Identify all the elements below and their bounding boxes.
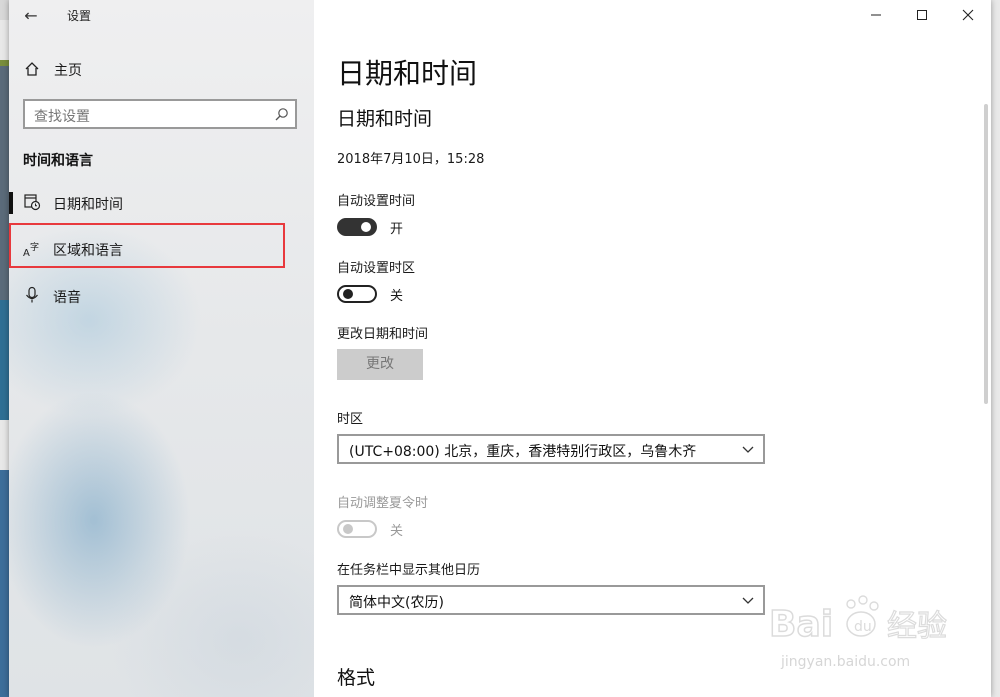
maximize-icon	[917, 10, 927, 20]
sidebar-item-speech[interactable]: 语音	[53, 287, 81, 307]
timezone-value: (UTC+08:00) 北京，重庆，香港特别行政区，乌鲁木齐	[349, 444, 697, 460]
timezone-label: 时区	[337, 412, 364, 427]
auto-timezone-state: 关	[390, 289, 404, 304]
calendar-label: 在任务栏中显示其他日历	[337, 563, 481, 578]
maximize-button[interactable]	[899, 0, 945, 30]
close-button[interactable]	[945, 0, 991, 30]
home-icon	[25, 62, 39, 76]
change-datetime-label: 更改日期和时间	[337, 327, 429, 342]
sidebar-item-datetime[interactable]: 日期和时间	[53, 194, 123, 214]
auto-time-state: 开	[390, 222, 404, 237]
microphone-icon	[26, 286, 38, 303]
sidebar: ← 设置 主页 查找设置 时间和语言 日期和时间 A 字 区域和语言 语音	[9, 0, 314, 697]
svg-text:经验: 经验	[887, 609, 947, 644]
scrollbar[interactable]	[984, 104, 988, 404]
watermark-url: jingyan.baidu.com	[781, 654, 911, 670]
highlight-box-annotation	[9, 223, 285, 268]
sidebar-section-title: 时间和语言	[23, 153, 93, 169]
minimize-button[interactable]	[853, 0, 899, 30]
dst-label: 自动调整夏令时	[337, 496, 429, 511]
svg-text:du: du	[854, 619, 872, 635]
section-title: 日期和时间	[337, 108, 433, 130]
window-title: 设置	[67, 9, 92, 23]
selection-indicator	[9, 192, 13, 214]
auto-timezone-toggle[interactable]	[337, 285, 377, 303]
background-desktop-right	[991, 0, 1000, 697]
chevron-down-icon	[742, 597, 754, 604]
calendar-value: 简体中文(农历)	[349, 595, 444, 611]
settings-window: ← 设置 主页 查找设置 时间和语言 日期和时间 A 字 区域和语言 语音 日期…	[9, 0, 991, 697]
chevron-down-icon	[742, 446, 754, 453]
auto-time-label: 自动设置时间	[337, 194, 416, 209]
page-title: 日期和时间	[337, 57, 478, 90]
search-icon	[275, 108, 288, 121]
current-datetime: 2018年7月10日，15:28	[337, 152, 485, 167]
back-arrow-icon[interactable]: ←	[21, 6, 41, 26]
timezone-dropdown[interactable]: (UTC+08:00) 北京，重庆，香港特别行政区，乌鲁木齐	[337, 434, 765, 464]
sidebar-home-label[interactable]: 主页	[54, 60, 82, 80]
clock-calendar-icon	[24, 194, 41, 211]
svg-text:Bai: Bai	[769, 604, 833, 645]
search-placeholder: 查找设置	[34, 109, 90, 125]
calendar-dropdown[interactable]: 简体中文(农历)	[337, 585, 765, 615]
content-pane: 日期和时间 日期和时间 2018年7月10日，15:28 自动设置时间 开 自动…	[314, 0, 991, 697]
minimize-icon	[871, 14, 881, 16]
auto-timezone-label: 自动设置时区	[337, 261, 416, 276]
dst-toggle[interactable]	[337, 520, 377, 538]
dst-state: 关	[390, 524, 404, 539]
search-input[interactable]: 查找设置	[23, 99, 297, 129]
auto-time-toggle[interactable]	[337, 218, 377, 236]
close-icon	[962, 9, 974, 21]
change-button[interactable]: 更改	[337, 349, 423, 380]
format-section-title: 格式	[337, 667, 376, 689]
baidu-watermark: Bai du 经验 jingyan.baidu.com	[768, 584, 969, 676]
